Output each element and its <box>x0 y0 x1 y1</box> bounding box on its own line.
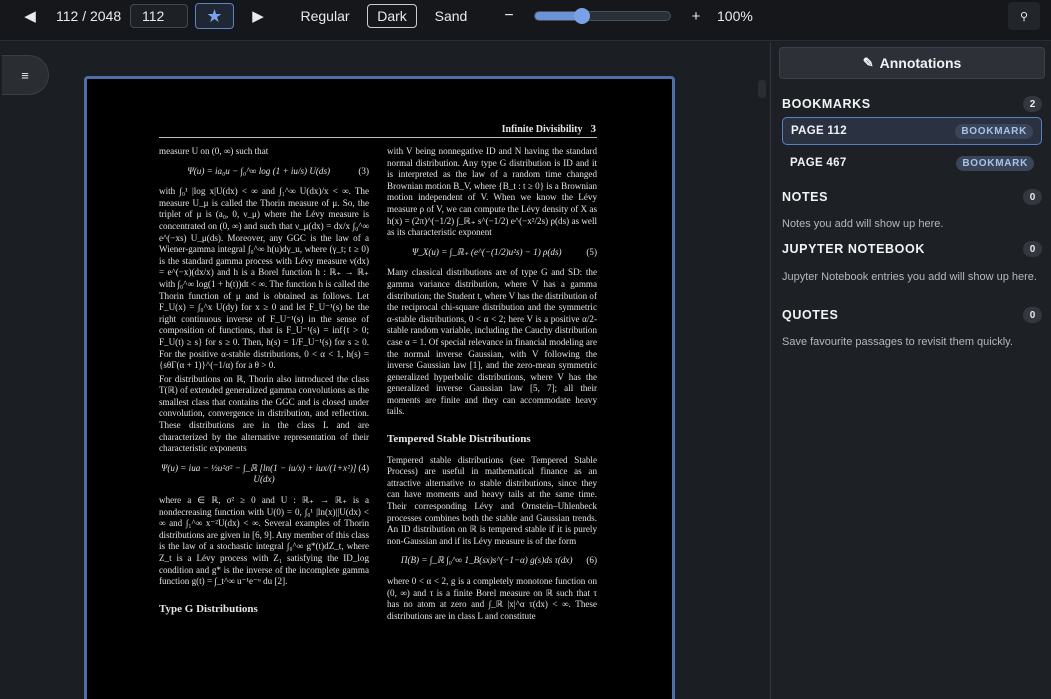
equation: (3) Ψ(u) = ia₀u − ∫₀^∞ log (1 + iu/s) U(d… <box>159 166 369 178</box>
document-viewer[interactable]: ≡ Infinite Divisibility 3 measure U on (0… <box>0 42 770 699</box>
running-head: Infinite Divisibility 3 <box>502 123 596 135</box>
zoom-in-button[interactable]: + <box>688 4 704 28</box>
bookmark-badge: BOOKMARK <box>956 155 1034 171</box>
star-icon: ★ <box>206 5 223 26</box>
jupyter-count-badge: 0 <box>1023 241 1042 257</box>
paragraph: where 0 < α < 2, g is a completely monot… <box>387 576 597 621</box>
section-heading: Tempered Stable Distributions <box>387 433 531 446</box>
minus-icon: − <box>504 7 514 24</box>
equation: (5) Ψ_X(u) = ∫_ℝ₊ (e^(−(1/2)u²s) − 1) ρ(d… <box>387 247 597 259</box>
jupyter-title: JUPYTER NOTEBOOK <box>782 242 925 256</box>
equation-number: (4) <box>358 462 369 473</box>
pencil-icon: ✎ <box>862 55 874 70</box>
theme-dark-button[interactable]: Dark <box>367 4 417 28</box>
section-heading: Type G Distributions <box>159 602 258 615</box>
page-count: 112 / 2048 <box>56 8 122 24</box>
hamburger-menu-icon: ≡ <box>21 67 29 83</box>
jupyter-empty-message: Jupyter Notebook entries you add will sh… <box>782 271 1037 283</box>
search-button[interactable]: ⚲ <box>1008 2 1040 30</box>
quotes-count-badge: 0 <box>1023 307 1042 323</box>
quotes-empty-message: Save favourite passages to revisit them … <box>782 336 1013 348</box>
zoom-slider[interactable] <box>534 8 671 24</box>
theme-sand-button[interactable]: Sand <box>430 4 472 28</box>
zoom-slider-thumb[interactable] <box>574 8 591 24</box>
bookmark-item[interactable]: PAGE 467 BOOKMARK <box>782 149 1042 177</box>
bookmarks-title: BOOKMARKS <box>782 97 871 111</box>
quotes-header: QUOTES 0 <box>782 305 1042 325</box>
top-toolbar: ◀ 112 / 2048 ★ ▶ Regular Dark Sand − + 1… <box>0 0 1051 41</box>
equation-number: (3) <box>358 165 369 176</box>
scrollbar-thumb[interactable] <box>758 80 766 98</box>
bookmarks-count-badge: 2 <box>1023 96 1042 112</box>
bookmark-item[interactable]: PAGE 112 BOOKMARK <box>782 117 1042 145</box>
zoom-out-button[interactable]: − <box>500 4 518 28</box>
paragraph: measure U on (0, ∞) such that <box>159 146 269 156</box>
next-page-button[interactable]: ▶ <box>248 6 268 26</box>
paragraph: with ∫₀¹ |log x|U(dx) < ∞ and ∫₁^∞ U(dx)… <box>159 186 369 371</box>
bookmarks-header: BOOKMARKS 2 <box>782 94 1042 114</box>
paragraph: with V being nonnegative ID and N having… <box>387 146 597 238</box>
notes-header: NOTES 0 <box>782 187 1042 207</box>
equation-number: (5) <box>586 246 597 257</box>
running-title: Infinite Divisibility <box>501 124 583 135</box>
annotations-button[interactable]: ✎ Annotations <box>779 47 1045 79</box>
zoom-level-label: 100% <box>717 8 753 24</box>
right-column: with V being nonnegative ID and N having… <box>387 146 597 624</box>
paragraph: where a ∈ ℝ, σ² ≥ 0 and U : ℝ₊ → ℝ₊ is a… <box>159 495 369 587</box>
paragraph: Tempered stable distributions (see Tempe… <box>387 454 597 546</box>
bookmark-badge: BOOKMARK <box>955 123 1033 139</box>
triangle-left-icon: ◀ <box>24 8 36 25</box>
notes-empty-message: Notes you add will show up here. <box>782 218 944 230</box>
paragraph: Many classical distributions are of type… <box>387 267 597 417</box>
previous-page-button[interactable]: ◀ <box>18 6 42 26</box>
equation-body: Ψ(u) = ia₀u − ∫₀^∞ log (1 + iu/s) U(ds) <box>187 165 331 176</box>
triangle-right-icon: ▶ <box>252 8 264 25</box>
equation-body: Ψ_X(u) = ∫_ℝ₊ (e^(−(1/2)u²s) − 1) ρ(ds) <box>411 246 562 257</box>
equation: (4) Ψ(u) = iua − ½u²σ² − ∫_ℝ [ln(1 − iu/x… <box>159 463 369 486</box>
notes-title: NOTES <box>782 190 829 204</box>
left-column: measure U on (0, ∞) such that (3) Ψ(u) = i… <box>159 146 369 624</box>
bookmark-page-label: PAGE 112 <box>791 125 847 137</box>
search-icon: ⚲ <box>1019 10 1029 23</box>
equation: (6) Π(B) = ∫_ℝ ∫₀^∞ 1_B(sx)s^(−1−α) g(s)d… <box>387 555 597 567</box>
equation-body: Ψ(u) = iua − ½u²σ² − ∫_ℝ [ln(1 − iu/x) +… <box>161 462 357 485</box>
paragraph: For distributions on ℝ, Thorin also intr… <box>159 373 369 454</box>
page-number-input[interactable] <box>130 4 188 28</box>
equation-body: Π(B) = ∫_ℝ ∫₀^∞ 1_B(sx)s^(−1−α) g(s)ds τ… <box>400 555 573 566</box>
bookmark-page-label: PAGE 467 <box>790 157 847 169</box>
menu-button[interactable]: ≡ <box>2 55 49 95</box>
jupyter-header: JUPYTER NOTEBOOK 0 <box>782 239 1042 259</box>
plus-icon: + <box>691 7 701 25</box>
notes-count-badge: 0 <box>1023 189 1042 205</box>
annotations-sidebar: ✎ Annotations BOOKMARKS 2 PAGE 112 BOOKM… <box>770 42 1051 699</box>
quotes-title: QUOTES <box>782 308 839 322</box>
document-page: Infinite Divisibility 3 measure U on (0, … <box>84 76 675 699</box>
bookmark-star-button[interactable]: ★ <box>195 3 234 29</box>
header-rule <box>159 137 597 138</box>
page-number: 3 <box>590 123 597 135</box>
theme-regular-button[interactable]: Regular <box>298 4 352 28</box>
equation-number: (6) <box>586 555 597 566</box>
annotations-label: Annotations <box>879 55 962 71</box>
